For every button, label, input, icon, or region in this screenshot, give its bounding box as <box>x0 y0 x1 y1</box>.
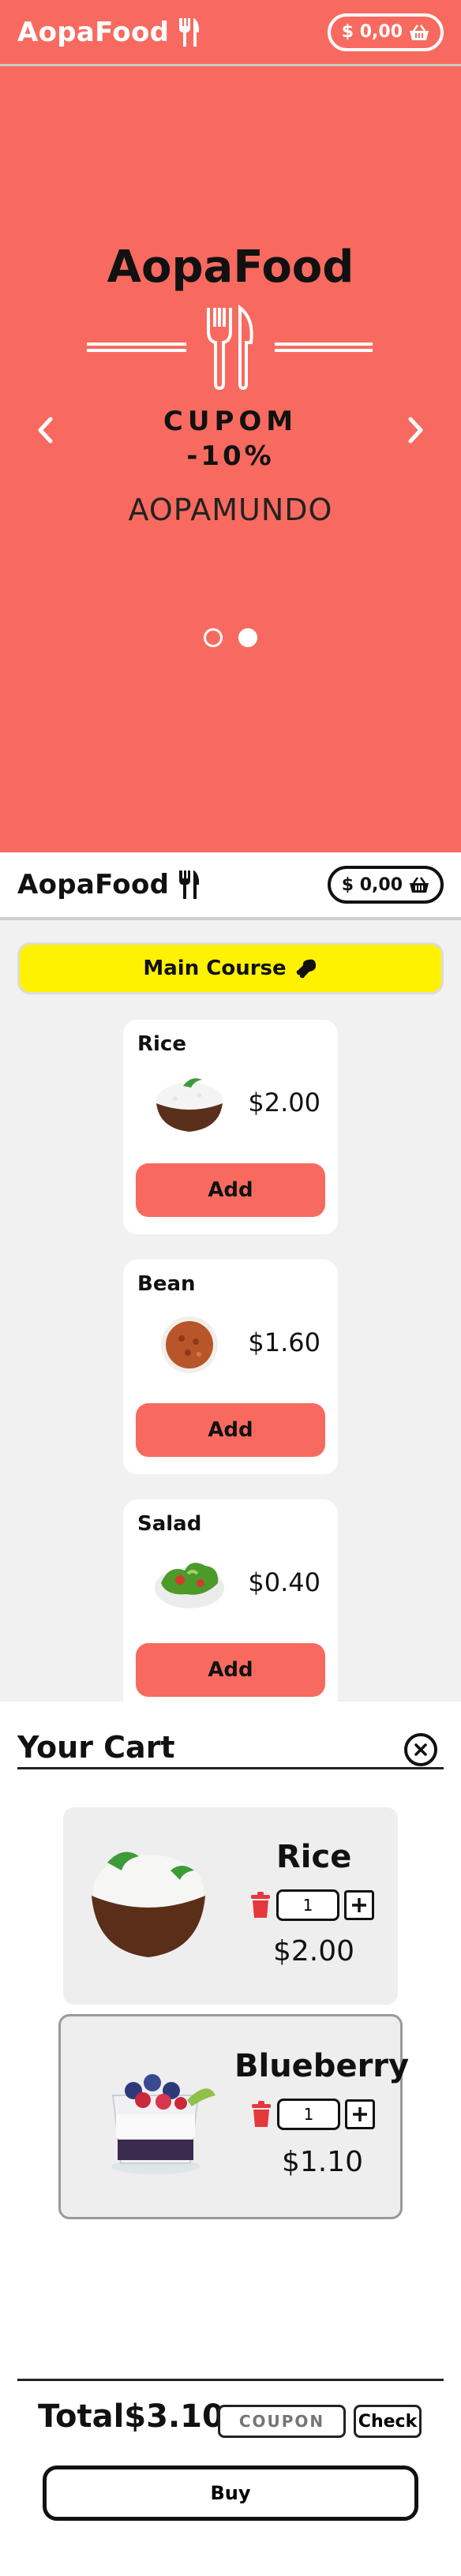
coupon-input[interactable] <box>218 2405 346 2438</box>
cart-panel: Your Cart Rice 1 $2.00 Blueberry 1 $1.10… <box>0 1702 461 2576</box>
buy-button[interactable]: Buy <box>43 2466 418 2521</box>
menu-item-rice: Rice $2.00 Add <box>123 1020 338 1234</box>
cart-item-price: $1.10 <box>282 2146 364 2178</box>
plus-icon <box>353 2107 367 2121</box>
close-cart-button[interactable] <box>404 1733 437 1766</box>
chevron-left-icon <box>38 417 53 444</box>
cart-header: Your Cart <box>17 1730 444 1769</box>
cart-item-quantity-controls <box>250 2099 375 2130</box>
fork-knife-emblem-icon <box>87 304 373 390</box>
menu-item-name: Salad <box>137 1512 202 1536</box>
cart-title: Your Cart <box>17 1730 175 1765</box>
menu-item-name: Bean <box>137 1272 196 1296</box>
cart-item-price: $2.00 <box>273 1935 355 1968</box>
cart-item-blueberry: Blueberry $1.10 <box>58 2014 409 2219</box>
sticky-header: AopaFood $ 0,00 <box>0 852 461 920</box>
cart-total-bar: Total$3.10 Check <box>17 2379 444 2442</box>
hero-discount: -10% <box>186 440 275 472</box>
add-rice-button[interactable]: Add <box>136 1163 325 1217</box>
menu-section: Main Course Rice $2.00 Add Bean $1.60 Ad… <box>0 920 461 1714</box>
hero-coupon-label: CUPOM <box>163 406 298 437</box>
increase-quantity-button[interactable] <box>344 1890 374 1920</box>
brand-name: AopaFood <box>17 16 170 48</box>
header-cart-total: $ 0,00 <box>341 22 403 42</box>
header-cart-button[interactable]: $ 0,00 <box>327 13 444 51</box>
check-coupon-button[interactable]: Check <box>354 2405 422 2438</box>
hero-title: AopaFood <box>107 242 354 293</box>
menu-item-salad: Salad $0.40 Add <box>123 1500 338 1714</box>
increase-quantity-button[interactable] <box>345 2099 375 2129</box>
chicken-leg-icon <box>296 959 316 979</box>
trash-icon <box>251 1892 270 1918</box>
menu-item-name: Rice <box>137 1032 186 1056</box>
quantity-input[interactable] <box>277 2099 340 2130</box>
rice-bowl-icon <box>92 1852 205 1957</box>
salad-bowl-icon <box>155 1563 224 1608</box>
remove-item-button[interactable] <box>250 2101 272 2128</box>
trash-icon <box>252 2101 271 2127</box>
menu-item-price: $2.00 <box>248 1088 320 1118</box>
category-label: Main Course <box>143 957 287 980</box>
carousel-indicators <box>0 628 461 647</box>
cart-item-rice: Rice $2.00 <box>63 1807 398 2005</box>
blueberry-dessert-icon <box>111 2074 216 2174</box>
carousel-prev-button[interactable] <box>25 410 65 450</box>
hero-coupon-code: AOPAMUNDO <box>128 492 333 527</box>
add-salad-button[interactable]: Add <box>136 1643 325 1697</box>
chevron-right-icon <box>408 417 423 444</box>
header-cart-total: $ 0,00 <box>341 874 403 895</box>
basket-icon <box>410 24 429 40</box>
basket-icon <box>410 877 429 893</box>
menu-item-price: $1.60 <box>248 1327 320 1357</box>
fork-knife-icon <box>179 871 200 899</box>
add-bean-button[interactable]: Add <box>136 1403 325 1457</box>
quantity-input[interactable] <box>276 1889 339 1921</box>
menu-item-bean: Bean $1.60 Add <box>123 1260 338 1474</box>
carousel-next-button[interactable] <box>396 410 436 450</box>
remove-item-button[interactable] <box>249 1892 272 1919</box>
category-main-course[interactable]: Main Course <box>17 942 444 994</box>
close-icon <box>414 1743 427 1756</box>
brand-name: AopaFood <box>17 869 170 900</box>
plus-icon <box>352 1898 366 1912</box>
hero-carousel: AopaFood CUPOM -10% AOPAMUNDO <box>0 66 461 852</box>
brand-logo[interactable]: AopaFood <box>17 869 201 900</box>
header-cart-button[interactable]: $ 0,00 <box>327 866 444 904</box>
cart-item-name: Rice <box>276 1839 352 1875</box>
carousel-dot-1[interactable] <box>204 628 223 647</box>
total-value: $3.10 <box>124 2398 224 2435</box>
cart-item-name: Blueberry <box>234 2048 410 2084</box>
cart-total: Total$3.10 <box>38 2398 224 2435</box>
total-label: Total <box>38 2398 125 2435</box>
brand-logo[interactable]: AopaFood <box>17 17 201 48</box>
rice-bowl-icon <box>156 1078 223 1132</box>
top-header: AopaFood $ 0,00 <box>0 0 461 66</box>
fork-knife-icon <box>179 17 200 47</box>
beans-bowl-icon <box>161 1316 218 1373</box>
menu-item-price: $0.40 <box>248 1567 320 1597</box>
carousel-dot-2[interactable] <box>238 628 257 647</box>
cart-item-quantity-controls <box>249 1889 374 1921</box>
